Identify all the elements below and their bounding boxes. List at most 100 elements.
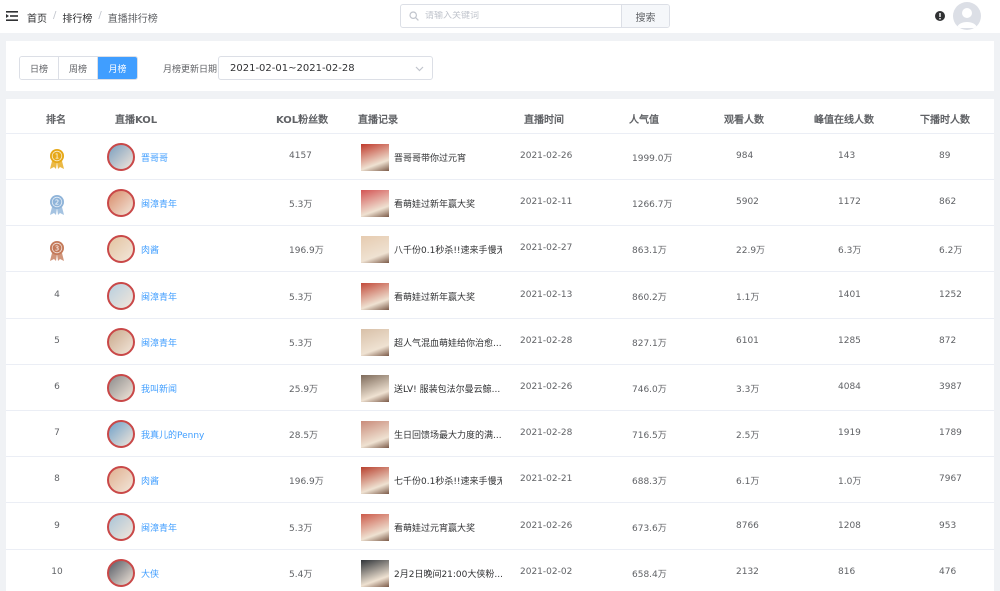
tab-weekly[interactable]: 周榜 [59,57,98,79]
live-thumbnail[interactable] [361,282,389,310]
search-input[interactable] [425,11,585,21]
kol-avatar[interactable] [107,281,135,310]
breadcrumb-home[interactable]: 首页 [27,10,47,25]
kol-fans: 196.9万 [289,246,324,257]
table-row: 7 我真儿的Penny 28.5万 生日回馈场最大力度的满... 2021-02-28 7… [6,411,994,458]
kol-name-link[interactable]: 肉酱 [141,474,159,487]
live-record-title[interactable]: 七千份0.1秒杀!!速来手慢无!! [394,474,502,487]
kol-avatar[interactable] [107,558,135,587]
live-thumbnail[interactable] [361,467,389,495]
peak-online-count: 1285 [838,335,861,346]
kol-name-link[interactable]: 我真儿的Penny [141,428,204,441]
chevron-down-icon [415,66,424,72]
live-record-title[interactable]: 送LV! 服装包法尔曼云鲸... [394,382,502,395]
kol-avatar[interactable] [107,143,135,171]
live-record-title[interactable]: 超人气混血萌娃给你治愈... [394,336,502,349]
live-thumbnail[interactable] [361,513,389,541]
rank-number: 1 [55,153,59,161]
viewer-count: 984 [736,151,754,161]
popularity-value: 863.1万 [632,246,667,257]
peak-online-count: 1172 [838,197,861,208]
silver-medal-icon: 2 [50,195,64,216]
kol-avatar[interactable] [107,466,135,495]
end-viewer-count: 6.2万 [939,246,963,257]
viewer-count: 1.1万 [736,292,760,303]
live-record-title[interactable]: 2月2日晚间21:00大侠粉... [394,567,502,580]
live-record-title[interactable]: 看萌娃过新年赢大奖 [394,197,502,210]
kol-avatar[interactable] [107,420,135,449]
live-thumbnail[interactable] [361,559,389,587]
kol-avatar[interactable] [107,374,135,402]
live-thumbnail[interactable] [361,328,389,356]
live-time: 2021-02-28 [520,428,573,439]
search-button[interactable]: 搜索 [621,5,669,27]
viewer-count: 2.5万 [736,431,760,442]
live-thumbnail[interactable] [361,190,389,218]
popularity-value: 716.5万 [632,431,667,442]
peak-online-count: 4084 [838,382,861,392]
search-icon [409,11,419,21]
kol-avatar[interactable] [107,512,135,541]
kol-fans: 28.5万 [289,431,319,442]
live-thumbnail[interactable] [361,236,389,264]
col-popularity: 人气值 [629,115,659,126]
kol-name-link[interactable]: 大侠 [141,567,159,580]
live-record-title[interactable]: 看萌娃过元宵赢大奖 [394,521,502,534]
kol-fans: 25.9万 [289,385,319,395]
menu-fold-icon[interactable] [6,10,18,22]
col-record: 直播记录 [358,115,398,126]
popularity-value: 658.4万 [632,569,667,580]
end-viewer-count: 1789 [939,428,962,439]
breadcrumb: 首页 / 排行榜 / 直播排行榜 [27,10,158,25]
live-thumbnail[interactable] [361,375,389,402]
live-record-title[interactable]: 八千份0.1秒杀!!速来手慢无!! [394,243,502,256]
search-box: 搜索 [400,4,670,28]
kol-name-link[interactable]: 晋哥哥 [141,151,168,164]
peak-online-count: 1208 [838,520,861,531]
kol-avatar[interactable] [107,235,135,264]
end-viewer-count: 476 [939,566,957,577]
live-time: 2021-02-27 [520,243,573,254]
peak-online-count: 1919 [838,428,861,439]
exclamation-circle-icon[interactable] [935,11,945,21]
live-thumbnail[interactable] [361,421,389,449]
live-record-title[interactable]: 晋哥哥带你过元宵 [394,151,502,164]
kol-name-link[interactable]: 闽漳青年 [141,197,177,210]
kol-fans: 5.3万 [289,200,313,211]
date-range-select[interactable]: 2021-02-01~2021-02-28 [218,56,433,80]
kol-name-link[interactable]: 闽漳青年 [141,290,177,303]
tab-monthly[interactable]: 月榜 [98,57,137,79]
breadcrumb-ranking[interactable]: 排行榜 [62,10,92,25]
user-avatar-icon[interactable] [953,2,981,30]
live-time: 2021-02-28 [520,335,573,346]
table-row: 1 晋哥哥 4157 晋哥哥带你过元宵 2021-02-26 1999.0万 984 143 8… [6,134,994,180]
rank-number: 10 [51,566,63,577]
peak-online-count: 816 [838,566,856,577]
kol-name-link[interactable]: 闽漳青年 [141,336,177,349]
live-record-title[interactable]: 看萌娃过新年赢大奖 [394,290,502,303]
live-time: 2021-02-02 [520,566,573,577]
kol-fans: 4157 [289,151,312,161]
search-input-wrap[interactable] [401,5,621,27]
rank-number: 8 [54,474,60,485]
kol-name-link[interactable]: 闽漳青年 [141,521,177,534]
peak-online-count: 1.0万 [838,477,862,488]
kol-avatar[interactable] [107,327,135,356]
end-viewer-count: 1252 [939,289,962,300]
live-thumbnail[interactable] [361,144,389,171]
popularity-value: 673.6万 [632,523,667,534]
kol-name-link[interactable]: 我叫新闻 [141,382,177,395]
viewer-count: 2132 [736,566,759,577]
kol-avatar[interactable] [107,189,135,218]
viewer-count: 8766 [736,520,759,531]
table-row: 2 闽漳青年 5.3万 看萌娃过新年赢大奖 2021-02-11 1266.7万 5902 1… [6,180,994,227]
live-record-title[interactable]: 生日回馈场最大力度的满... [394,428,502,441]
table-row: 4 闽漳青年 5.3万 看萌娃过新年赢大奖 2021-02-13 860.2万 1.1万 14… [6,273,994,319]
rank-number: 2 [55,199,59,207]
tab-daily[interactable]: 日榜 [20,57,59,79]
end-viewer-count: 89 [939,151,951,161]
period-tabs: 日榜 周榜 月榜 [19,56,138,80]
kol-fans: 5.3万 [289,292,313,303]
rank-number: 7 [54,428,60,439]
kol-name-link[interactable]: 肉酱 [141,243,159,256]
